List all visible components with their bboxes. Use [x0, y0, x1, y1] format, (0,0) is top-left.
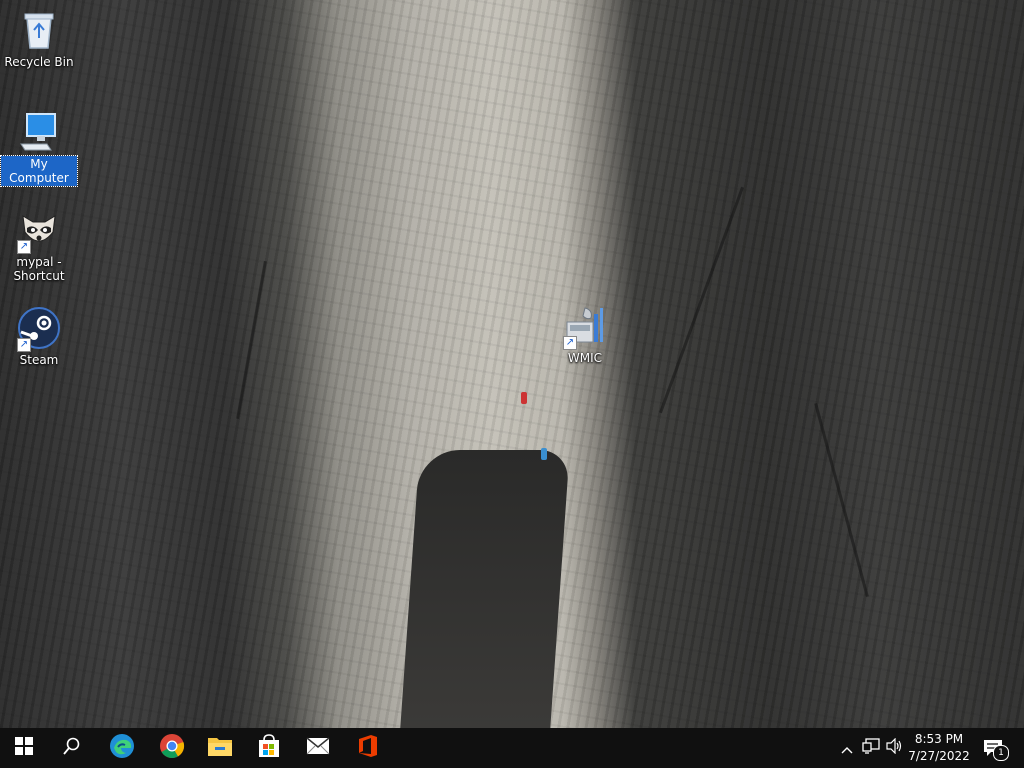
recycle-bin-label: Recycle Bin: [4, 55, 74, 69]
tray-volume[interactable]: [884, 728, 906, 768]
tray-show-hidden[interactable]: [836, 728, 858, 768]
desktop-wallpaper: [0, 0, 1024, 728]
windows-logo-icon: [15, 737, 33, 759]
volume-icon: [886, 737, 904, 758]
tray-network[interactable]: [860, 728, 882, 768]
desktop-icon-steam[interactable]: ↗ Steam: [1, 306, 77, 368]
taskbar-mail[interactable]: [294, 728, 342, 768]
desktop-icon-my-computer[interactable]: My Computer: [0, 110, 78, 187]
chrome-icon: [159, 733, 185, 763]
shortcut-arrow-icon: ↗: [563, 336, 577, 350]
taskbar-office[interactable]: [344, 728, 392, 768]
clock-date: 7/27/2022: [908, 749, 970, 763]
network-icon: [862, 738, 880, 758]
action-center-button[interactable]: 1: [978, 728, 1009, 768]
desktop-icon-wmic[interactable]: ↗ WMIC: [547, 304, 623, 366]
start-button[interactable]: [0, 728, 48, 768]
search-icon: [63, 737, 81, 759]
shortcut-arrow-icon: ↗: [17, 240, 31, 254]
office-icon: [357, 734, 379, 762]
wallpaper-dark-rock: [400, 450, 570, 728]
taskbar-microsoft-store[interactable]: [245, 728, 293, 768]
wmic-label: WMIC: [567, 351, 603, 365]
computer-icon: [17, 110, 61, 154]
mypal-label: mypal - Shortcut: [11, 254, 66, 284]
wallpaper-climber: [541, 448, 547, 460]
wmic-icon: ↗: [563, 304, 607, 350]
search-button[interactable]: [48, 728, 96, 768]
mail-icon: [306, 737, 330, 759]
shortcut-arrow-icon: ↗: [17, 338, 31, 352]
mypal-label-line2: Shortcut: [13, 269, 65, 283]
steam-label: Steam: [19, 353, 59, 367]
microsoft-store-icon: [257, 734, 281, 762]
file-explorer-icon: [207, 735, 233, 761]
taskbar-chrome[interactable]: [148, 728, 196, 768]
desktop-icon-mypal-shortcut[interactable]: ↗ mypal - Shortcut: [1, 208, 77, 284]
desktop-icon-recycle-bin[interactable]: Recycle Bin: [1, 8, 77, 70]
notification-icon: 1: [983, 739, 1009, 761]
tray-clock[interactable]: 8:53 PM 7/27/2022: [906, 731, 972, 765]
notification-count-badge: 1: [993, 745, 1009, 761]
taskbar-edge[interactable]: [98, 728, 146, 768]
mypal-raccoon-icon: ↗: [17, 208, 61, 254]
chevron-up-icon: [841, 739, 853, 758]
recycle-bin-icon: [17, 8, 61, 52]
clock-time: 8:53 PM: [914, 732, 964, 746]
wallpaper-climber: [521, 392, 527, 404]
my-computer-label: My Computer: [0, 155, 78, 187]
steam-icon: ↗: [17, 306, 61, 352]
edge-icon: [109, 733, 135, 763]
mypal-label-line1: mypal -: [16, 255, 62, 269]
taskbar: 8:53 PM 7/27/2022 1: [0, 728, 1024, 768]
taskbar-file-explorer[interactable]: [196, 728, 244, 768]
